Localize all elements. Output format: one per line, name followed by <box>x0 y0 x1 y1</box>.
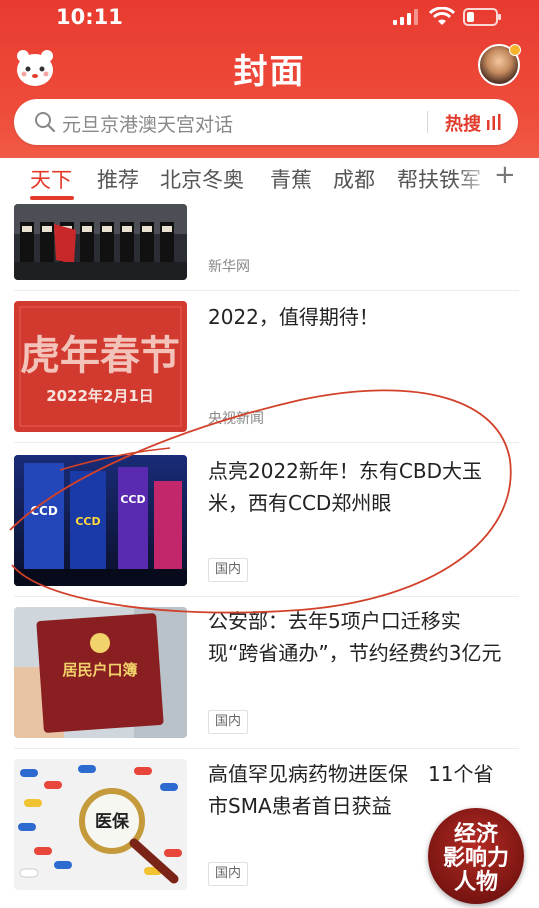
floating-promo-badge[interactable]: 经济 影响力 人物 <box>428 808 524 904</box>
hand-drawn-circle-annotation <box>9 389 512 614</box>
badge-line-1: 经济 <box>453 821 498 847</box>
badge-line-3: 人物 <box>453 869 498 895</box>
badge-line-2: 影响力 <box>442 845 509 871</box>
